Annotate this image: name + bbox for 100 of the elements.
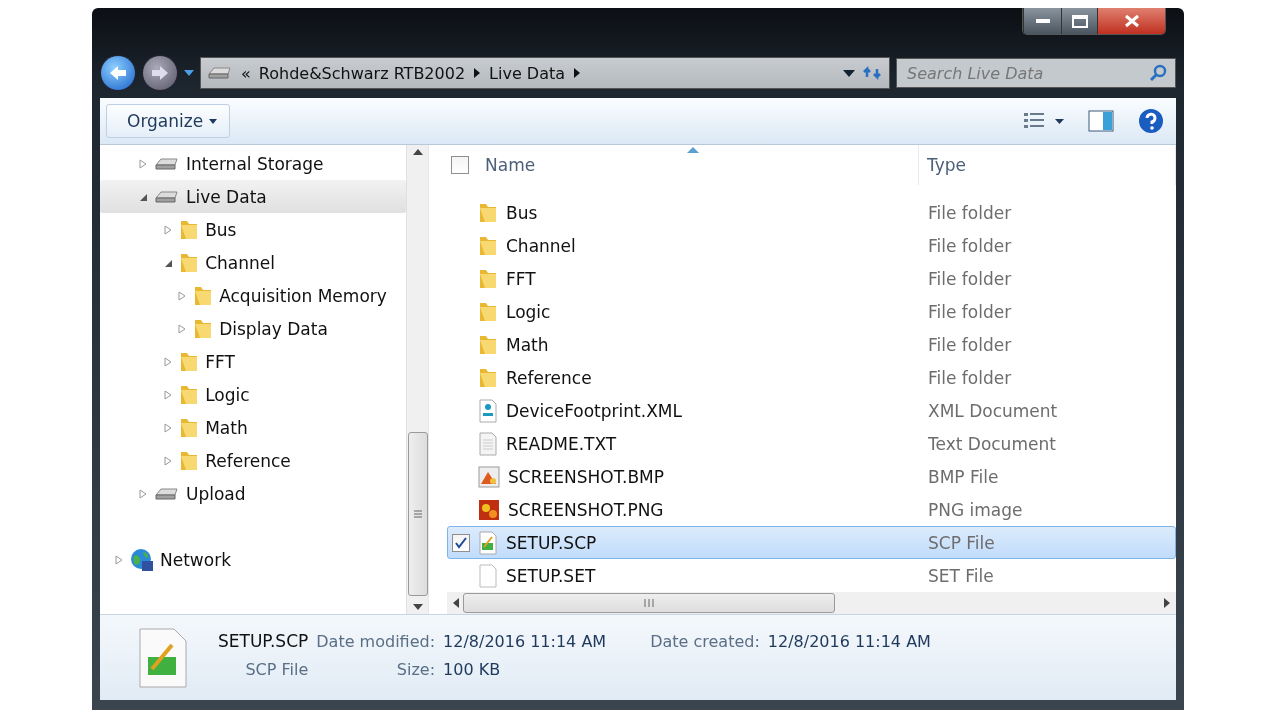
close-button[interactable] — [1097, 8, 1165, 34]
file-row[interactable]: README.TXT Text Document — [447, 427, 1176, 460]
folder-icon — [478, 366, 498, 389]
tree-item[interactable]: Live Data — [100, 180, 406, 213]
file-name: Reference — [506, 367, 592, 388]
minimize-button[interactable] — [1023, 8, 1061, 34]
tree-item[interactable]: Bus — [100, 213, 406, 246]
folder-icon — [179, 449, 200, 472]
select-all-checkbox[interactable] — [451, 156, 469, 174]
scroll-left-icon[interactable] — [453, 598, 459, 608]
folder-icon — [179, 416, 200, 439]
detail-value: 100 KB — [443, 659, 502, 679]
maximize-button[interactable] — [1061, 8, 1097, 34]
file-row[interactable]: SETUP.SET SET File — [447, 559, 1176, 592]
search-field[interactable]: Search Live Data — [896, 58, 1176, 88]
breadcrumb-overflow[interactable]: « — [241, 63, 251, 83]
tree-item[interactable]: Math — [100, 411, 406, 444]
drive-icon — [154, 485, 180, 502]
file-type: XML Document — [927, 400, 1058, 421]
tree-item[interactable]: Upload — [100, 477, 406, 510]
file-type: File folder — [927, 202, 1012, 223]
breadcrumb[interactable]: Live Data — [489, 63, 566, 83]
tree-item[interactable]: Reference — [100, 444, 406, 477]
chart-file-icon — [136, 627, 190, 689]
organize-button[interactable]: Organize — [106, 104, 231, 138]
image-file-icon — [478, 465, 500, 488]
address-bar[interactable]: « Rohde&Schwarz RTB2002 Live Data — [200, 57, 890, 89]
folder-icon — [179, 251, 200, 274]
folder-icon — [478, 300, 498, 323]
folder-icon — [179, 383, 200, 406]
folder-icon — [179, 350, 200, 373]
breadcrumb[interactable]: Rohde&Schwarz RTB2002 — [258, 63, 466, 83]
drive-icon — [154, 155, 180, 172]
details-view-icon[interactable] — [1023, 111, 1045, 131]
folder-icon — [478, 333, 498, 356]
file-type: SCP File — [927, 532, 995, 553]
file-row[interactable]: SCREENSHOT.PNG PNG image — [447, 493, 1176, 526]
close-icon[interactable] — [1123, 14, 1140, 28]
scrollbar-thumb[interactable] — [463, 593, 835, 613]
file-name: SETUP.SCP — [218, 631, 309, 651]
file-name: SETUP.SET — [506, 565, 596, 586]
caret-icon[interactable] — [184, 70, 194, 76]
chevron-icon[interactable] — [473, 67, 482, 79]
file-row[interactable]: Logic File folder — [447, 295, 1176, 328]
file-row[interactable]: Math File folder — [447, 328, 1176, 361]
file-type: File folder — [927, 301, 1012, 322]
tree-item[interactable]: Internal Storage — [100, 147, 406, 180]
file-name: SCREENSHOT.PNG — [508, 499, 664, 520]
caret-icon[interactable] — [209, 118, 218, 124]
file-type: File folder — [927, 367, 1012, 388]
maximize-icon[interactable] — [1071, 14, 1088, 28]
drive-icon — [207, 65, 233, 81]
row-checkbox[interactable] — [452, 533, 470, 552]
column-header[interactable]: Type — [927, 155, 967, 175]
file-type: File folder — [927, 268, 1012, 289]
scroll-up-icon[interactable] — [412, 149, 423, 155]
file-name: Logic — [506, 301, 551, 322]
document-icon — [478, 398, 498, 423]
tree-item[interactable]: Acquisition Memory — [100, 279, 406, 312]
file-type: PNG image — [927, 499, 1023, 520]
chart-file-icon — [478, 530, 498, 555]
file-name: Bus — [506, 202, 538, 223]
minimize-icon[interactable] — [1035, 19, 1050, 23]
folder-icon — [478, 267, 498, 290]
scrollbar-thumb[interactable] — [407, 432, 428, 596]
tree-item[interactable]: Channel — [100, 246, 406, 279]
drive-icon — [154, 188, 180, 205]
chevron-icon[interactable] — [573, 67, 582, 79]
file-row[interactable]: Reference File folder — [447, 361, 1176, 394]
search-icon[interactable] — [1150, 64, 1168, 82]
file-row[interactable]: FFT File folder — [447, 262, 1176, 295]
globe-icon — [130, 547, 154, 572]
file-name: FFT — [506, 268, 536, 289]
tree-item[interactable]: Network — [100, 543, 406, 576]
tree-item[interactable]: Logic — [100, 378, 406, 411]
column-header[interactable]: Name — [485, 155, 536, 175]
scroll-down-icon[interactable] — [412, 604, 423, 610]
file-row[interactable]: SETUP.SCP SCP File — [447, 526, 1176, 559]
file-name: Math — [506, 334, 549, 355]
forward-button[interactable] — [142, 55, 178, 91]
file-type: File folder — [927, 235, 1012, 256]
caret-icon[interactable] — [1055, 118, 1064, 124]
detail-label: Size: — [395, 659, 436, 679]
tree-item[interactable]: FFT — [100, 345, 406, 378]
tree-item[interactable]: Display Data — [100, 312, 406, 345]
file-row[interactable]: SCREENSHOT.BMP BMP File — [447, 460, 1176, 493]
file-row[interactable]: Channel File folder — [447, 229, 1176, 262]
file-type: File folder — [927, 334, 1012, 355]
file-type: SCP File — [244, 659, 309, 679]
detail-value: 12/8/2016 11:14 AM — [767, 631, 931, 651]
back-button[interactable] — [100, 55, 136, 91]
scroll-right-icon[interactable] — [1164, 598, 1170, 608]
file-type: BMP File — [927, 466, 999, 487]
detail-label: Date created: — [650, 631, 760, 651]
file-type: SET File — [927, 565, 994, 586]
file-name: SETUP.SCP — [506, 532, 597, 553]
file-row[interactable]: Bus File folder — [447, 196, 1176, 229]
file-row[interactable]: DeviceFootprint.XML XML Document — [447, 394, 1176, 427]
caret-icon[interactable] — [843, 69, 855, 77]
detail-label: Date modified: — [316, 631, 436, 651]
